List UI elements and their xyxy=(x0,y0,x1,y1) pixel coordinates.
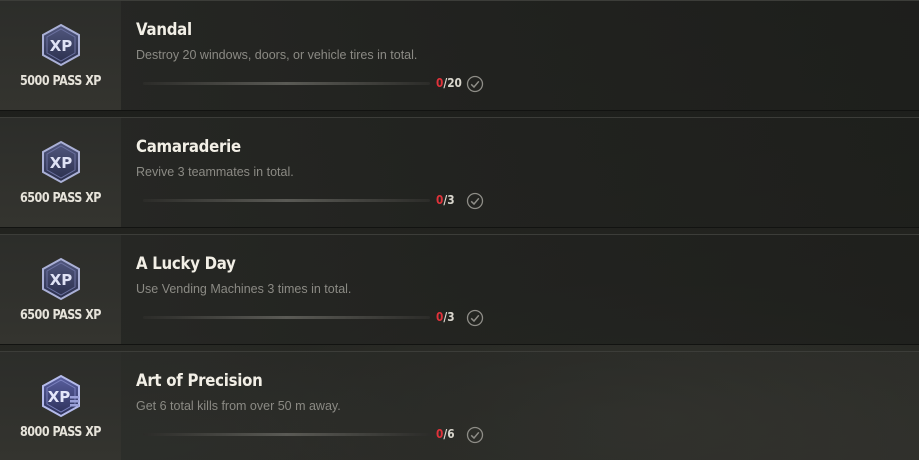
progress-bar xyxy=(143,433,430,436)
reward-panel: XP 6500 PASS XP xyxy=(0,118,121,227)
reward-xp-label: 6500 PASS XP xyxy=(20,191,101,206)
svg-text:XP: XP xyxy=(50,37,73,55)
svg-text:XP: XP xyxy=(50,154,73,172)
progress-total: /6 xyxy=(443,427,455,441)
mission-row-a-lucky-day[interactable]: XP 6500 PASS XP A Lucky Day Use Vending … xyxy=(0,234,919,345)
reward-xp-label: 5000 PASS XP xyxy=(20,74,101,89)
checkmark-circle-icon xyxy=(466,192,484,210)
progress-count: 0/3 xyxy=(436,193,455,207)
mission-description: Revive 3 teammates in total. xyxy=(136,165,294,179)
xp-badge-icon: XP xyxy=(42,140,80,184)
xp-badge-icon: XP xyxy=(42,257,80,301)
checkmark-circle-icon xyxy=(466,309,484,327)
progress-count: 0/20 xyxy=(436,76,462,90)
mission-description: Destroy 20 windows, doors, or vehicle ti… xyxy=(136,48,418,62)
mission-row-art-of-precision[interactable]: XP 8000 PASS XP Art of Precision Get 6 t… xyxy=(0,351,919,460)
reward-xp-label: 6500 PASS XP xyxy=(20,308,101,323)
xp-badge-icon: XP xyxy=(42,23,80,67)
progress-count: 0/3 xyxy=(436,310,455,324)
mission-description: Get 6 total kills from over 50 m away. xyxy=(136,399,341,413)
progress-total: /20 xyxy=(443,76,462,90)
checkmark-circle-icon xyxy=(466,75,484,93)
progress-bar xyxy=(143,199,430,202)
xp-badge-icon: XP xyxy=(42,374,80,418)
progress-total: /3 xyxy=(443,310,455,324)
mission-title: Art of Precision xyxy=(136,371,263,391)
mission-title: A Lucky Day xyxy=(136,254,236,274)
progress-total: /3 xyxy=(443,193,455,207)
reward-panel: XP 6500 PASS XP xyxy=(0,235,121,344)
reward-panel: XP 5000 PASS XP xyxy=(0,1,121,110)
reward-xp-label: 8000 PASS XP xyxy=(20,425,101,440)
progress-count: 0/6 xyxy=(436,427,455,441)
reward-panel: XP 8000 PASS XP xyxy=(0,352,121,460)
mission-row-camaraderie[interactable]: XP 6500 PASS XP Camaraderie Revive 3 tea… xyxy=(0,117,919,228)
mission-title: Camaraderie xyxy=(136,137,241,157)
svg-text:XP: XP xyxy=(48,388,71,406)
progress-bar xyxy=(143,82,430,85)
mission-row-vandal[interactable]: XP 5000 PASS XP Vandal Destroy 20 window… xyxy=(0,0,919,111)
mission-list: XP 5000 PASS XP Vandal Destroy 20 window… xyxy=(0,0,919,460)
mission-description: Use Vending Machines 3 times in total. xyxy=(136,282,352,296)
checkmark-circle-icon xyxy=(466,426,484,444)
progress-bar xyxy=(143,316,430,319)
mission-title: Vandal xyxy=(136,20,192,40)
svg-text:XP: XP xyxy=(50,271,73,289)
